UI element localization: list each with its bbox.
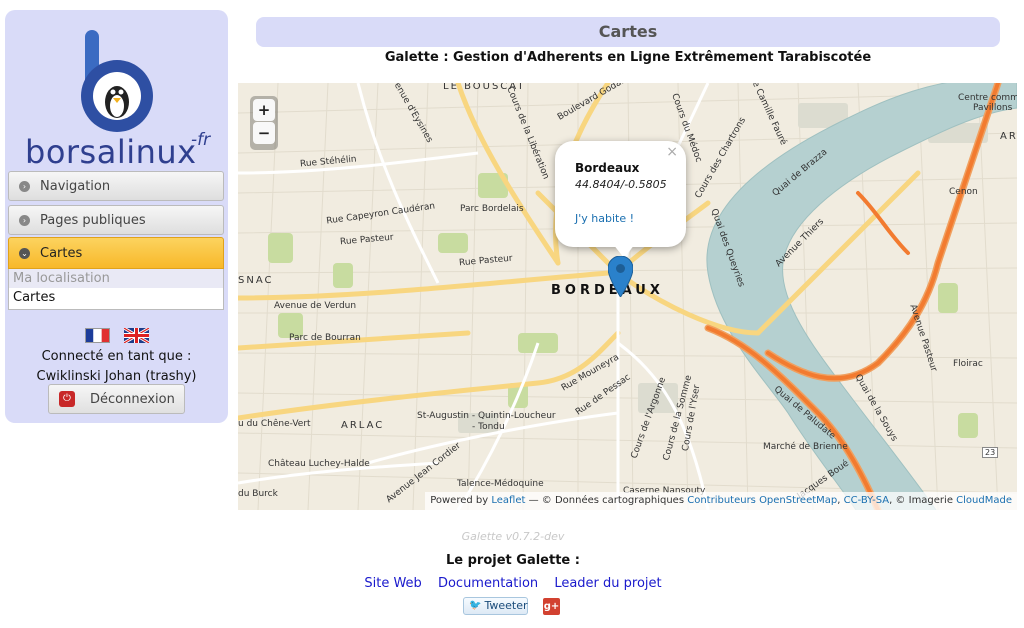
logout-label: Déconnexion	[90, 391, 175, 407]
map-popup: × Bordeaux 44.8404/-0.5805 J'y habite !	[555, 141, 686, 258]
menu-cartes[interactable]: ⌄ Cartes	[8, 237, 224, 269]
attrib-leaflet-link[interactable]: Leaflet	[491, 495, 525, 506]
footer-link-leader[interactable]: Leader du projet	[554, 576, 661, 591]
popup-coords: 44.8404/-0.5805	[575, 178, 667, 191]
language-flags	[85, 328, 158, 347]
zoom-in-button[interactable]: +	[253, 99, 275, 121]
label-st-augustin: St-Augustin - Quintin-Loucheur	[417, 411, 556, 421]
zoom-control: + −	[250, 96, 278, 150]
map-attribution: Powered by Leaflet — © Données cartograp…	[425, 492, 1017, 510]
label-parc-bordelais: Parc Bordelais	[460, 204, 524, 214]
attrib-imagerie: , © Imagerie	[889, 495, 953, 506]
flag-uk-icon[interactable]	[124, 328, 150, 343]
attrib-osm-link[interactable]: Contributeurs OpenStreetMap	[687, 495, 837, 506]
connected-label: Connecté en tant que :	[41, 349, 192, 364]
menu-pages-publiques-label: Pages publiques	[40, 212, 146, 228]
popup-close-button[interactable]: ×	[666, 144, 678, 160]
logo-text: borsalinux	[25, 133, 197, 171]
footer-link-documentation[interactable]: Documentation	[438, 576, 538, 591]
attrib-powered: Powered by	[430, 495, 489, 506]
connected-info: Connecté en tant que : Cwiklinski Johan …	[5, 347, 228, 387]
footer-links: Site Web Documentation Leader du projet	[238, 576, 788, 591]
label-chene-vert: u du Chêne-Vert	[238, 419, 311, 429]
label-chateau-luchey: Château Luchey-Halde	[268, 459, 370, 469]
label-du-burck: du Burck	[238, 489, 278, 499]
arrow-right-icon: ›	[19, 214, 30, 226]
popup-city: Bordeaux	[575, 161, 640, 175]
label-snac: SNAC	[238, 275, 274, 286]
label-avenue-verdun: Avenue de Verdun	[274, 301, 357, 311]
label-tondu: - Tondu	[472, 422, 505, 432]
arrow-down-icon: ⌄	[19, 247, 30, 259]
zoom-out-button[interactable]: −	[253, 122, 275, 144]
menu-pages-publiques[interactable]: › Pages publiques	[8, 205, 224, 235]
map[interactable]: LE BOUSCAT BORDEAUX ARLAC SNAC AR Centre…	[238, 83, 1017, 510]
popup-link[interactable]: J'y habite !	[575, 212, 634, 225]
project-label: Le projet Galette :	[446, 553, 580, 568]
flag-fr-icon[interactable]	[85, 328, 110, 343]
map-marker-icon[interactable]	[608, 256, 633, 297]
power-icon: ⏻	[59, 391, 75, 407]
label-arlac: ARLAC	[341, 420, 385, 431]
label-ar: AR	[1000, 131, 1017, 142]
version-text: Galette v0.7.2-dev	[461, 530, 565, 543]
submenu-item-ma-localisation[interactable]: Ma localisation	[9, 269, 223, 288]
submenu-item-cartes[interactable]: Cartes	[9, 288, 223, 308]
label-talence: Talence-Médoquine	[457, 479, 544, 489]
menu-navigation[interactable]: › Navigation	[8, 171, 224, 201]
menu-navigation-label: Navigation	[40, 178, 111, 194]
label-centre-commercial: Centre commercial	[958, 93, 1017, 103]
submenu-cartes: Ma localisation Cartes	[8, 269, 224, 310]
label-marche-brienne: Marché de Brienne	[763, 442, 848, 452]
menu-cartes-label: Cartes	[40, 245, 83, 261]
sidebar: borsalinux -fr › Navigation › Pages publ…	[5, 10, 228, 423]
attrib-donnees: — © Données cartographiques	[528, 495, 685, 506]
footer-link-site-web[interactable]: Site Web	[364, 576, 421, 591]
logout-button[interactable]: ⏻ Déconnexion	[48, 384, 185, 414]
tweet-button[interactable]: 🐦 Tweeter	[463, 597, 528, 615]
label-cenon: Cenon	[949, 187, 978, 197]
twitter-bird-icon: 🐦	[469, 600, 482, 611]
tweet-label: Tweeter	[484, 599, 528, 612]
attrib-license-link[interactable]: CC-BY-SA	[844, 495, 889, 506]
arrow-right-icon: ›	[19, 180, 30, 192]
label-parc-bourran: Parc de Bourran	[289, 333, 361, 343]
page-title: Cartes	[256, 17, 1000, 47]
google-plus-button[interactable]: g+	[543, 598, 560, 615]
logo-suffix: -fr	[191, 130, 211, 150]
label-pavillons: Pavillons	[973, 103, 1013, 113]
label-floirac: Floirac	[953, 359, 983, 369]
page-subtitle: Galette : Gestion d'Adherents en Ligne E…	[384, 50, 872, 65]
attrib-sep: ,	[837, 495, 841, 506]
attrib-cloudmade-link[interactable]: CloudMade	[956, 495, 1012, 506]
road-shield-23: 23	[982, 447, 999, 458]
